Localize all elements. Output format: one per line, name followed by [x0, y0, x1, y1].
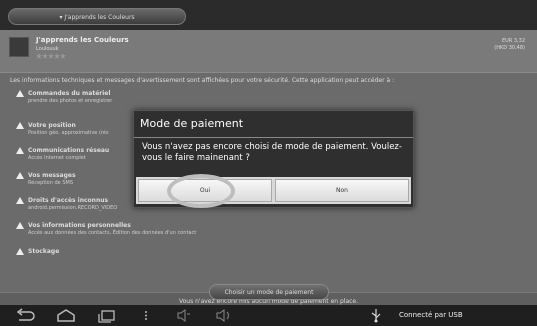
- top-bar: ▾ J'apprends les Couleurs: [0, 0, 537, 30]
- permission-title: Commandes du matériel: [28, 90, 111, 97]
- warning-icon: [16, 248, 24, 255]
- warning-icon: [16, 172, 24, 179]
- warning-icon: [16, 147, 24, 154]
- no-button[interactable]: Non: [275, 179, 409, 202]
- recent-apps-icon[interactable]: [96, 308, 118, 323]
- warning-icon: [16, 122, 24, 129]
- permission-title: Stockage: [28, 248, 60, 255]
- permission-detail: Réception de SMS: [28, 180, 73, 186]
- choose-payment-button[interactable]: Choisir un mode de paiement: [209, 284, 329, 300]
- permission-title: Droits d'accès inconnus: [28, 197, 109, 204]
- permission-title: Vos informations personnelles: [28, 222, 131, 229]
- app-title-dropdown[interactable]: ▾ J'apprends les Couleurs: [8, 8, 186, 25]
- dialog-divider: [134, 137, 413, 138]
- permission-detail: android.permission.RECORD_VIDEO: [28, 205, 118, 211]
- permission-title: Communications réseau: [28, 147, 110, 154]
- app-name: J'apprends les Couleurs: [36, 36, 129, 44]
- back-icon[interactable]: [14, 308, 36, 323]
- permission-title: Vos messages: [28, 172, 76, 179]
- permission-detail: Accès Internet complet: [28, 155, 86, 161]
- dialog-message: Vous n'avez pas encore choisi de mode de…: [142, 142, 402, 163]
- highlight-circle: [167, 174, 235, 208]
- app-price: EUR 3,32 (HKD 30,48): [494, 38, 525, 52]
- usb-icon: [371, 309, 381, 323]
- permission-detail: Accès aux données des contacts, Édition …: [28, 230, 197, 236]
- permission-title: Votre position: [28, 122, 76, 129]
- price-eur: EUR 3,32: [501, 38, 525, 44]
- volume-down-icon[interactable]: [175, 308, 193, 323]
- app-developer: Loulouuk: [36, 46, 59, 52]
- app-card: J'apprends les Couleurs Loulouuk EUR 3,3…: [0, 30, 537, 73]
- warning-icon: [16, 90, 24, 97]
- menu-icon[interactable]: [141, 308, 151, 323]
- permissions-intro: Les informations techniques et messages …: [10, 77, 395, 84]
- home-icon[interactable]: [55, 308, 77, 323]
- dialog-title: Mode de paiement: [140, 117, 244, 130]
- usb-connection-status: Connecté par USB: [399, 311, 463, 319]
- permission-detail: prendre des photos et enregistrer: [28, 98, 113, 104]
- app-icon: [9, 37, 29, 57]
- price-hkd: (HKD 30,48): [494, 45, 525, 51]
- warning-icon: [16, 222, 24, 229]
- rating-stars-icon: [36, 53, 66, 59]
- permission-detail: Position géo. approximative (rés: [28, 130, 109, 136]
- warning-icon: [16, 197, 24, 204]
- android-screen: ▾ J'apprends les Couleurs J'apprends les…: [0, 0, 537, 326]
- volume-up-icon[interactable]: [214, 308, 234, 323]
